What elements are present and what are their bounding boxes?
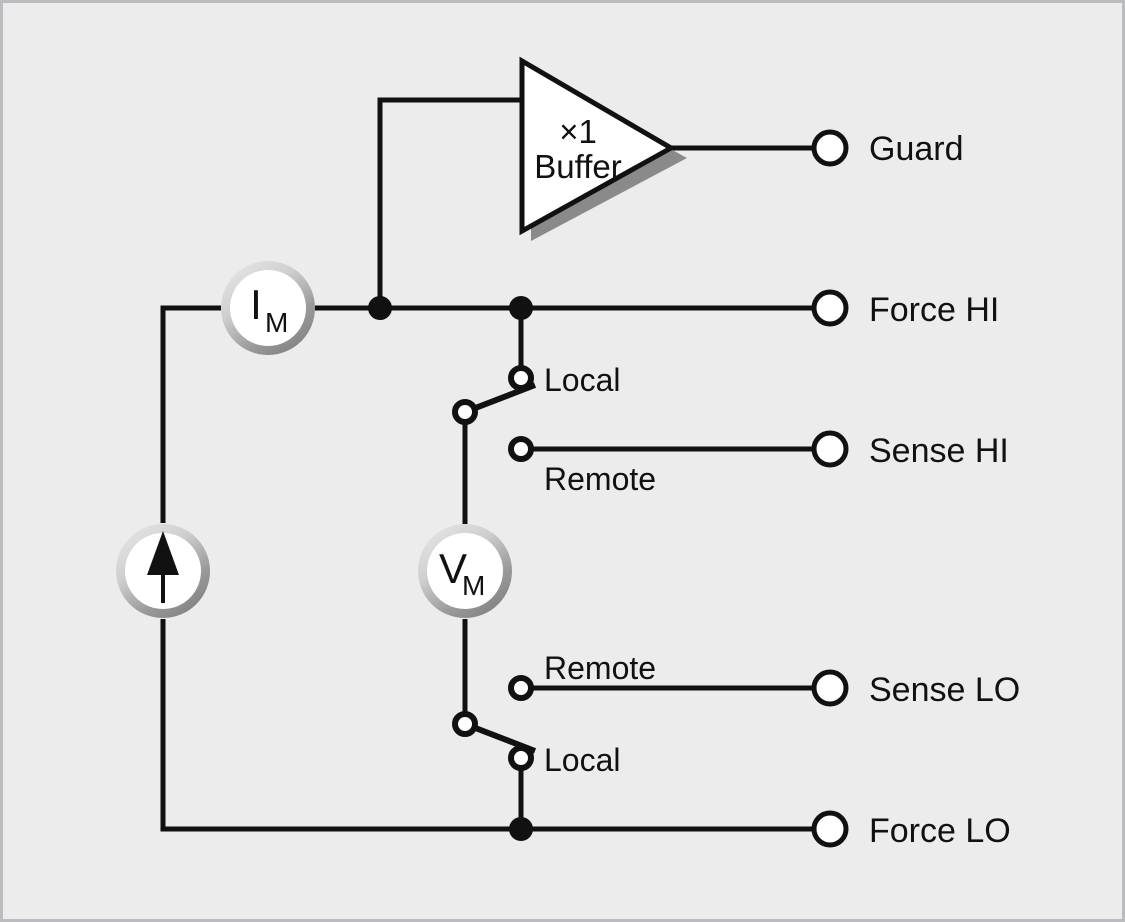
switch-label-hi-local: Local	[544, 362, 621, 398]
switch-label-hi-remote: Remote	[544, 461, 656, 497]
terminal-label-sense-hi: Sense HI	[869, 432, 1009, 470]
buffer-gain-label: ×1	[559, 113, 597, 150]
junction-dot-buffer-tap	[368, 296, 392, 320]
junction-dot-force-lo	[509, 817, 533, 841]
buffer-amplifier: ×1 Buffer	[519, 56, 687, 241]
terminal-label-force-hi: Force HI	[869, 291, 999, 329]
buffer-name-label: Buffer	[534, 148, 621, 185]
junction-dot-force-hi	[509, 296, 533, 320]
terminal-guard[interactable]	[811, 129, 849, 167]
terminal-label-sense-lo: Sense LO	[869, 671, 1020, 709]
hi-switch-remote-contact[interactable]	[508, 436, 534, 462]
voltage-meter-subscript: M	[462, 570, 485, 601]
terminal-label-guard: Guard	[869, 130, 964, 168]
switch-label-lo-remote: Remote	[544, 650, 656, 686]
terminal-force-lo[interactable]	[811, 810, 849, 848]
hi-switch-pivot[interactable]	[452, 399, 478, 425]
wire-im-to-source	[160, 305, 221, 523]
hi-switch-local-contact[interactable]	[508, 365, 534, 391]
lo-switch-local-contact[interactable]	[508, 745, 534, 771]
current-source	[116, 524, 210, 618]
terminal-sense-hi[interactable]	[811, 430, 849, 468]
current-meter-symbol: I	[250, 281, 262, 328]
circuit-svg: ×1 Buffer I M V M Guard Force HI Sense H…	[116, 56, 1020, 850]
lo-switch-pivot[interactable]	[452, 711, 478, 737]
switch-label-lo-local: Local	[544, 742, 621, 778]
terminal-sense-lo[interactable]	[811, 669, 849, 707]
circuit-diagram: ×1 Buffer I M V M Guard Force HI Sense H…	[0, 0, 1125, 922]
terminal-force-hi[interactable]	[811, 289, 849, 327]
lo-switch-remote-contact[interactable]	[508, 675, 534, 701]
current-meter-subscript: M	[265, 307, 288, 338]
terminal-label-force-lo: Force LO	[869, 812, 1011, 850]
voltage-meter: V M	[418, 524, 512, 618]
current-meter: I M	[221, 261, 315, 355]
wire-buffer-input	[377, 97, 522, 308]
wire-source-to-force-lo	[160, 619, 815, 832]
